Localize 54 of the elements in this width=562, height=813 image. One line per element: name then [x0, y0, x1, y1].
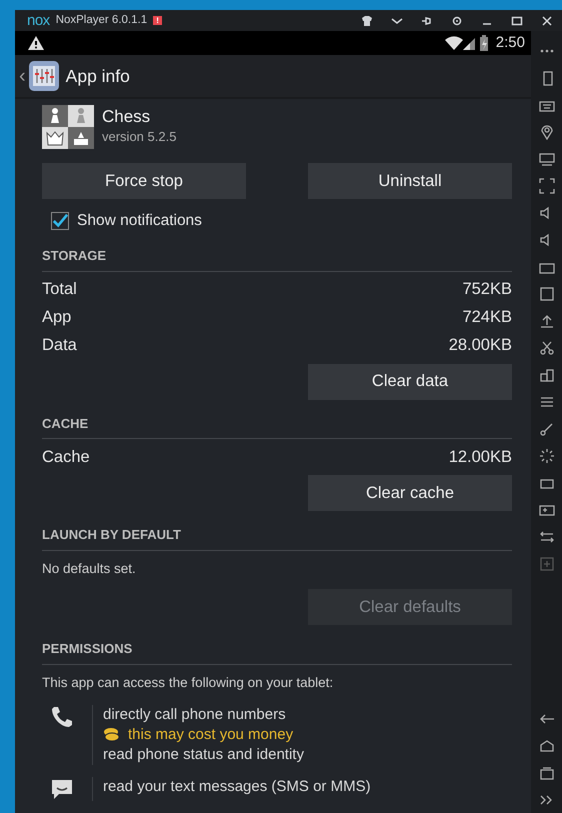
warning-icon [27, 35, 45, 51]
battery-icon [478, 35, 489, 51]
scissors-icon[interactable] [538, 340, 554, 356]
loading-icon[interactable] [538, 448, 554, 464]
back-icon[interactable]: ‹ [19, 61, 26, 91]
checkbox[interactable] [51, 212, 69, 230]
link-icon[interactable] [538, 420, 554, 436]
shirt-icon[interactable] [360, 14, 374, 28]
row-value: 752KB [462, 279, 512, 300]
chess-pieces-icon [42, 105, 94, 149]
action-button[interactable]: Uninstall [308, 163, 512, 199]
row-value: 724KB [462, 307, 512, 328]
row-label: Data [42, 335, 77, 356]
action-button[interactable]: Force stop [42, 163, 246, 199]
close-icon[interactable] [540, 14, 554, 28]
row-value: 28.00KB [448, 335, 512, 356]
coins-icon [103, 727, 120, 742]
signal-icon [462, 36, 475, 50]
row-label: App [42, 307, 72, 328]
row-label: Total [42, 279, 77, 300]
permission-text: read your text messages (SMS or MMS) [103, 776, 371, 797]
home-icon[interactable] [538, 738, 554, 754]
row-label: Cache [42, 446, 90, 468]
upload-icon[interactable] [538, 312, 554, 328]
section-note: This app can access the following on your tablet: [42, 674, 334, 692]
row-value: 12.00KB [448, 446, 512, 468]
permission-text: directly call phone numbers [103, 704, 287, 725]
screen-title: App info [66, 64, 130, 88]
chat-icon [50, 778, 74, 800]
app-logo: nox [27, 13, 50, 28]
recent-apps-icon[interactable] [538, 764, 554, 780]
action-button: Clear defaults [308, 589, 512, 625]
section-heading: STORAGE [42, 246, 512, 272]
windows-icon[interactable] [538, 366, 554, 382]
section-note: No defaults set. [42, 560, 137, 578]
checkbox-label: Show notifications [77, 211, 202, 231]
settings-sliders-icon [28, 60, 60, 92]
phone-icon [50, 704, 74, 729]
action-button[interactable]: Clear cache [308, 475, 512, 512]
status-time: 2:50 [496, 32, 525, 53]
app-version: version 5.2.5 [102, 128, 176, 146]
alert-badge: ! [153, 16, 162, 25]
app-name: Chess [102, 107, 152, 128]
action-button[interactable]: Clear data [308, 364, 512, 400]
permission-text: read phone status and identity [103, 744, 304, 765]
fullscreen-icon[interactable] [538, 178, 554, 194]
swap-icon[interactable] [538, 528, 554, 544]
screen-icon[interactable] [538, 150, 554, 166]
section-heading: LAUNCH BY DEFAULT [42, 525, 512, 551]
window-title: NoxPlayer 6.0.1.1 [56, 12, 148, 28]
section-heading: CACHE [42, 414, 512, 440]
section-heading: PERMISSIONS [42, 639, 512, 664]
location-icon[interactable] [538, 124, 554, 140]
permission-warning: this may cost you money [128, 724, 294, 745]
